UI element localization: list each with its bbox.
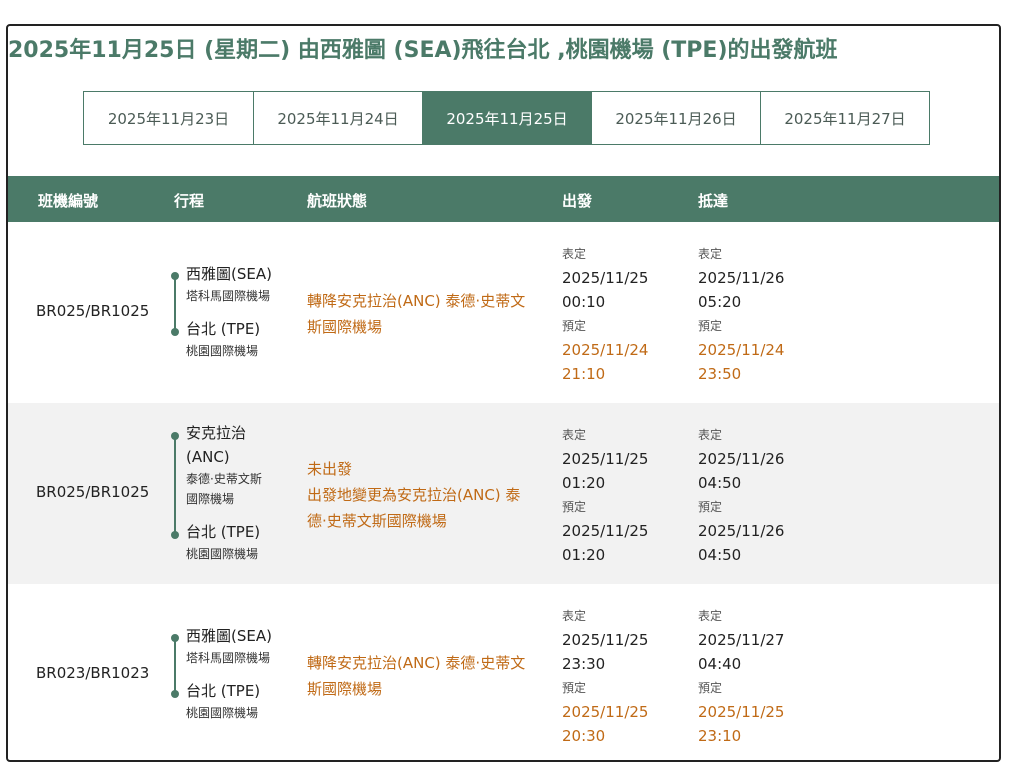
status-line: 德·史蒂文斯國際機場 xyxy=(307,512,447,530)
status-line: 轉降安克拉治(ANC) 泰德·史蒂文 xyxy=(307,654,526,672)
estimated-time: 04:50 xyxy=(698,546,742,564)
origin-city: 安克拉治 xyxy=(186,424,247,442)
destination-city: 台北 (TPE) xyxy=(186,320,261,338)
date-tab-1127[interactable]: 2025年11月27日 xyxy=(760,92,929,144)
origin-city: 西雅圖(SEA) xyxy=(186,627,272,645)
scheduled-date: 2025/11/26 xyxy=(698,269,785,287)
flight-status: 未出發 出發地變更為安克拉治(ANC) 泰 德·史蒂文斯國際機場 xyxy=(307,456,547,534)
scheduled-date: 2025/11/25 xyxy=(562,269,649,287)
status-line: 斯國際機場 xyxy=(307,680,383,698)
estimated-date: 2025/11/25 xyxy=(562,703,649,721)
origin-airport: 泰德·史蒂文斯 xyxy=(186,472,262,486)
origin-airport-suffix: 國際機場 xyxy=(186,492,235,506)
status-line: 出發地變更為安克拉治(ANC) 泰 xyxy=(307,486,521,504)
origin-city-code: (ANC) xyxy=(186,448,230,466)
scheduled-label: 表定 xyxy=(562,428,587,442)
flight-board: 2025年11月25日 (星期二) 由西雅圖 (SEA)飛往台北 ,桃園機場 (… xyxy=(6,24,1001,762)
route-line xyxy=(174,275,176,331)
destination-airport: 桃園國際機場 xyxy=(186,706,259,720)
status-line: 斯國際機場 xyxy=(307,318,383,336)
scheduled-date: 2025/11/25 xyxy=(562,631,649,649)
scheduled-label: 表定 xyxy=(698,247,723,261)
date-tab-1124[interactable]: 2025年11月24日 xyxy=(253,92,422,144)
destination-city: 台北 (TPE) xyxy=(186,682,261,700)
depart-times: 表定 2025/11/25 01:20 預定 2025/11/25 01:20 xyxy=(562,423,648,567)
scheduled-time: 01:20 xyxy=(562,474,606,492)
scheduled-date: 2025/11/27 xyxy=(698,631,785,649)
scheduled-time: 00:10 xyxy=(562,293,606,311)
origin-city: 西雅圖(SEA) xyxy=(186,265,272,283)
scheduled-time: 05:20 xyxy=(698,293,742,311)
origin-dot-icon xyxy=(171,432,179,440)
status-line: 轉降安克拉治(ANC) 泰德·史蒂文 xyxy=(307,292,526,310)
estimated-label: 預定 xyxy=(698,681,723,695)
origin-dot-icon xyxy=(171,634,179,642)
status-line: 未出發 xyxy=(307,460,353,478)
scheduled-label: 表定 xyxy=(698,609,723,623)
date-tab-1125[interactable]: 2025年11月25日 xyxy=(422,92,591,144)
estimated-time: 01:20 xyxy=(562,546,606,564)
arrive-times: 表定 2025/11/27 04:40 預定 2025/11/25 23:10 xyxy=(698,604,784,748)
scheduled-label: 表定 xyxy=(562,609,587,623)
estimated-label: 預定 xyxy=(562,500,587,514)
scheduled-date: 2025/11/26 xyxy=(698,450,785,468)
table-row: BR025/BR1025 西雅圖(SEA) 塔科馬國際機場 台北 (TPE) 桃… xyxy=(8,222,999,403)
scheduled-time: 04:40 xyxy=(698,655,742,673)
estimated-date: 2025/11/24 xyxy=(562,341,649,359)
page-title: 2025年11月25日 (星期二) 由西雅圖 (SEA)飛往台北 ,桃園機場 (… xyxy=(8,38,838,63)
flight-status: 轉降安克拉治(ANC) 泰德·史蒂文 斯國際機場 xyxy=(307,288,547,340)
flight-number: BR025/BR1025 xyxy=(36,302,150,320)
table-header: 班機編號 行程 航班狀態 出發 抵達 xyxy=(8,176,999,222)
depart-times: 表定 2025/11/25 00:10 預定 2025/11/24 21:10 xyxy=(562,242,648,386)
origin-dot-icon xyxy=(171,272,179,280)
column-depart: 出發 xyxy=(562,192,593,210)
origin-airport: 塔科馬國際機場 xyxy=(186,289,271,303)
destination-dot-icon xyxy=(171,328,179,336)
arrive-times: 表定 2025/11/26 04:50 預定 2025/11/26 04:50 xyxy=(698,423,784,567)
scheduled-label: 表定 xyxy=(562,247,587,261)
estimated-label: 預定 xyxy=(698,500,723,514)
estimated-label: 預定 xyxy=(562,681,587,695)
scheduled-label: 表定 xyxy=(698,428,723,442)
scheduled-date: 2025/11/25 xyxy=(562,450,649,468)
date-tab-1123[interactable]: 2025年11月23日 xyxy=(84,92,253,144)
scheduled-time: 23:30 xyxy=(562,655,606,673)
scheduled-time: 04:50 xyxy=(698,474,742,492)
estimated-date: 2025/11/25 xyxy=(698,703,785,721)
route-line xyxy=(174,435,176,535)
column-status: 航班狀態 xyxy=(307,192,368,210)
destination-dot-icon xyxy=(171,690,179,698)
destination-dot-icon xyxy=(171,531,179,539)
table-row: BR025/BR1025 安克拉治 (ANC) 泰德·史蒂文斯 國際機場 台北 … xyxy=(8,403,999,584)
destination-airport: 桃園國際機場 xyxy=(186,344,259,358)
column-flight-no: 班機編號 xyxy=(38,192,99,210)
flight-number: BR023/BR1023 xyxy=(36,664,150,682)
estimated-label: 預定 xyxy=(562,319,587,333)
column-route: 行程 xyxy=(174,192,205,210)
estimated-time: 23:10 xyxy=(698,727,742,745)
date-tabs: 2025年11月23日 2025年11月24日 2025年11月25日 2025… xyxy=(83,91,930,145)
estimated-time: 20:30 xyxy=(562,727,606,745)
arrive-times: 表定 2025/11/26 05:20 預定 2025/11/24 23:50 xyxy=(698,242,784,386)
destination-airport: 桃園國際機場 xyxy=(186,547,259,561)
destination-city: 台北 (TPE) xyxy=(186,523,261,541)
column-arrive: 抵達 xyxy=(698,192,729,210)
origin-airport: 塔科馬國際機場 xyxy=(186,651,271,665)
depart-times: 表定 2025/11/25 23:30 預定 2025/11/25 20:30 xyxy=(562,604,648,748)
estimated-date: 2025/11/25 xyxy=(562,522,649,540)
route-line xyxy=(174,637,176,693)
flight-number: BR025/BR1025 xyxy=(36,483,150,501)
flight-status: 轉降安克拉治(ANC) 泰德·史蒂文 斯國際機場 xyxy=(307,650,547,702)
date-tab-1126[interactable]: 2025年11月26日 xyxy=(591,92,760,144)
table-row: BR023/BR1023 西雅圖(SEA) 塔科馬國際機場 台北 (TPE) 桃… xyxy=(8,584,999,760)
estimated-time: 23:50 xyxy=(698,365,742,383)
estimated-time: 21:10 xyxy=(562,365,606,383)
estimated-label: 預定 xyxy=(698,319,723,333)
estimated-date: 2025/11/24 xyxy=(698,341,785,359)
estimated-date: 2025/11/26 xyxy=(698,522,785,540)
